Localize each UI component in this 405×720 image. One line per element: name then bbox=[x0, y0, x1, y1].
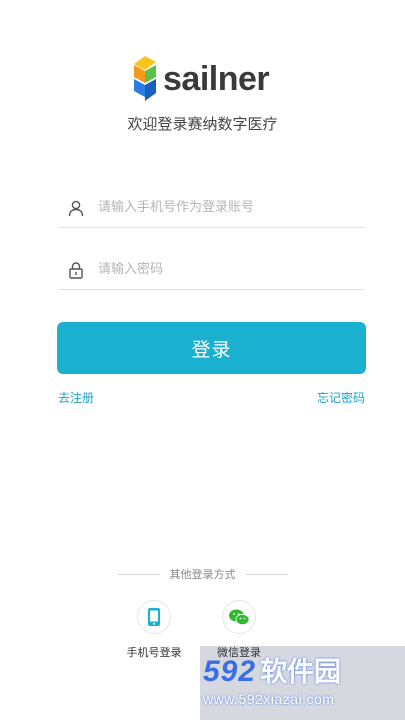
mobile-phone-icon[interactable] bbox=[137, 600, 171, 634]
welcome-text: 欢迎登录赛纳数字医疗 bbox=[127, 115, 278, 133]
password-field bbox=[58, 250, 365, 290]
register-link[interactable]: 去注册 bbox=[58, 389, 94, 406]
sailner-logo-icon bbox=[133, 56, 157, 102]
divider-line-left bbox=[117, 573, 160, 575]
login-button[interactable]: 登录 bbox=[57, 322, 366, 374]
user-icon bbox=[66, 198, 86, 218]
brand-name: sailner bbox=[163, 59, 270, 98]
divider-line-right bbox=[245, 573, 288, 575]
watermark-number: 592 bbox=[203, 655, 257, 688]
other-login-title: 其他登录方式 bbox=[169, 568, 236, 581]
phone-login-option[interactable]: 手机号登录 bbox=[119, 600, 189, 660]
password-input[interactable] bbox=[98, 262, 348, 277]
other-login-divider: 其他登录方式 bbox=[0, 566, 405, 582]
forgot-password-link[interactable]: 忘记密码 bbox=[317, 389, 365, 406]
lock-icon bbox=[66, 260, 86, 280]
phone-input[interactable] bbox=[98, 200, 348, 215]
site-watermark: 592 软件园 www.592xiazai.com bbox=[203, 650, 403, 707]
watermark-url: www.592xiazai.com bbox=[203, 691, 335, 707]
phone-login-label: 手机号登录 bbox=[126, 646, 182, 659]
wechat-icon[interactable] bbox=[222, 600, 256, 634]
app-logo: sailner bbox=[133, 55, 270, 103]
phone-field bbox=[58, 188, 365, 228]
watermark-site-name: 软件园 bbox=[260, 657, 342, 688]
